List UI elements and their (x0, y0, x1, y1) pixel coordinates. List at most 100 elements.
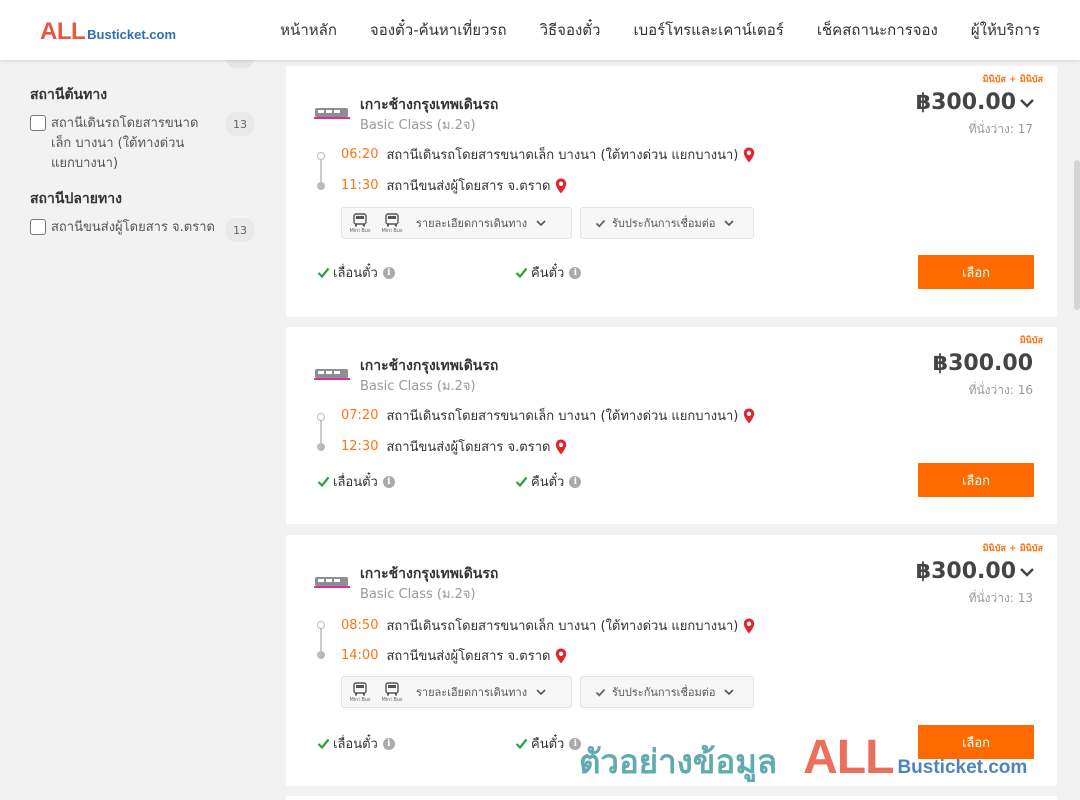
next-trip-card-partial (286, 796, 1057, 800)
route-timeline (317, 621, 325, 659)
departure-stop: 07:20 สถานีเดินรถโดยสารขนาดเล็ก บางนา (ใ… (341, 405, 755, 426)
ticket-price: ฿300.00 (915, 90, 1016, 115)
origin-filter-option[interactable]: สถานีเดินรถโดยสารขนาดเล็ก บางนา (ใต้ทางด… (30, 112, 260, 174)
check-icon (595, 219, 606, 228)
chevron-down-icon (536, 689, 546, 696)
sample-data-watermark: ตัวอย่างข้อมูล ALL Busticket.com (579, 730, 1027, 788)
main-nav: หน้าหลัก จองตั๋ว-ค้นหาเที่ยวรถ วิธีจองตั… (280, 0, 1040, 60)
price-toggle[interactable]: ฿300.00 (916, 90, 1035, 115)
check-icon (595, 688, 606, 697)
nav-book-search[interactable]: จองตั๋ว-ค้นหาเที่ยวรถ (370, 18, 507, 42)
minibus-label: Mini Bus (349, 228, 371, 234)
refund-label: คืนตั๋ว (531, 475, 565, 490)
arrival-time: 14:00 (341, 648, 379, 663)
ticket-price: ฿300.00 (915, 559, 1016, 584)
trip-card: มินิบัส เกาะช้างกรุงเทพเดินรถ Basic Clas… (286, 327, 1057, 524)
seats-available: ที่นั่งว่าง: 16 (968, 383, 1033, 397)
operator-name: เกาะช้างกรุงเทพเดินรถ (360, 358, 499, 374)
postpone-label: เลื่อนตั๋ว (333, 475, 378, 490)
vehicle-type-tag: มินิบัส (1019, 336, 1043, 346)
route-timeline (317, 413, 325, 451)
operator-bus-logo-icon (314, 369, 350, 380)
check-icon (317, 476, 330, 488)
origin-count-badge: 13 (225, 112, 255, 136)
chevron-down-icon (1020, 567, 1034, 577)
check-icon (317, 738, 330, 750)
vehicle-type-tag: มินิบัส + มินิบัส (982, 544, 1043, 554)
postpone-label: เลื่อนตั๋ว (333, 266, 378, 281)
price-toggle[interactable]: ฿300.00 (916, 559, 1035, 584)
logo-all-text: ALL (40, 18, 86, 45)
map-pin-icon[interactable] (555, 439, 567, 455)
arrival-stop: 11:30 สถานีขนส่งผู้โดยสาร จ.ตราด (341, 175, 567, 196)
nav-how-to-book[interactable]: วิธีจองตั๋ว (540, 18, 601, 42)
destination-count-badge: 13 (225, 218, 255, 242)
destination-filter: สถานีปลายทาง สถานีขนส่งผู้โดยสาร จ.ตราด … (30, 188, 260, 242)
departure-time: 07:20 (341, 408, 379, 423)
destination-filter-option[interactable]: สถานีขนส่งผู้โดยสาร จ.ตราด 13 (30, 218, 260, 242)
connection-guarantee-dropdown[interactable]: รับประกันการเชื่อมต่อ (580, 207, 754, 239)
origin-filter: สถานีต้นทาง สถานีเดินรถโดยสารขนาดเล็ก บา… (30, 84, 260, 174)
origin-filter-title: สถานีต้นทาง (30, 87, 108, 103)
info-icon[interactable]: i (382, 266, 395, 279)
site-header: ALL Busticket.com หน้าหลัก จองตั๋ว-ค้นหา… (0, 0, 1080, 60)
refund-policy: คืนตั๋ว i (515, 262, 582, 283)
map-pin-icon[interactable] (743, 408, 755, 424)
nav-operators[interactable]: ผู้ให้บริการ (971, 18, 1040, 42)
nav-phone-counters[interactable]: เบอร์โทรและเคาน์เตอร์ (633, 18, 783, 42)
trip-details-dropdown[interactable]: Mini Bus Mini Bus รายละเอียดการเดินทาง (341, 676, 572, 708)
route-timeline (317, 152, 325, 190)
filter-sidebar: สถานีต้นทาง สถานีเดินรถโดยสารขนาดเล็ก บา… (30, 48, 260, 252)
minibus-label: Mini Bus (349, 697, 371, 703)
operator-name: เกาะช้างกรุงเทพเดินรถ (360, 97, 499, 113)
refund-policy: คืนตั๋ว i (515, 733, 582, 754)
watermark-logo-rest: Busticket.com (897, 757, 1028, 778)
logo-busticket-text: Busticket.com (87, 27, 177, 42)
refund-policy: คืนตั๋ว i (515, 471, 582, 492)
select-trip-button[interactable]: เลือก (918, 255, 1034, 289)
map-pin-icon[interactable] (555, 178, 567, 194)
departure-station: สถานีเดินรถโดยสารขนาดเล็ก บางนา (ใต้ทางด… (386, 148, 739, 163)
trip-card: มินิบัส + มินิบัส เกาะช้างกรุงเทพเดินรถ … (286, 66, 1057, 317)
seats-available: ที่นั่งว่าง: 17 (968, 122, 1033, 136)
arrival-stop: 12:30 สถานีขนส่งผู้โดยสาร จ.ตราด (341, 436, 567, 457)
map-pin-icon[interactable] (555, 648, 567, 664)
postpone-label: เลื่อนตั๋ว (333, 737, 378, 752)
info-icon[interactable]: i (382, 475, 395, 488)
connection-guarantee-label: รับประกันการเชื่อมต่อ (612, 686, 716, 699)
origin-checkbox[interactable] (30, 115, 46, 131)
info-icon[interactable]: i (569, 266, 582, 279)
page-scrollbar[interactable] (1074, 160, 1080, 310)
chevron-down-icon (724, 220, 735, 227)
check-icon (515, 476, 528, 488)
watermark-logo-all: ALL (803, 731, 894, 784)
operator-name: เกาะช้างกรุงเทพเดินรถ (360, 566, 499, 582)
watermark-text: ตัวอย่างข้อมูล (579, 742, 778, 781)
chevron-down-icon (1020, 98, 1034, 108)
select-trip-button[interactable]: เลือก (918, 463, 1034, 497)
trip-details-dropdown[interactable]: Mini Bus Mini Bus รายละเอียดการเดินทาง (341, 207, 572, 239)
info-icon[interactable]: i (569, 475, 582, 488)
postpone-policy: เลื่อนตั๋ว i (317, 733, 395, 754)
map-pin-icon[interactable] (743, 147, 755, 163)
chevron-down-icon (536, 220, 546, 227)
info-icon[interactable]: i (382, 737, 395, 750)
connection-guarantee-dropdown[interactable]: รับประกันการเชื่อมต่อ (580, 676, 754, 708)
nav-booking-status[interactable]: เช็คสถานะการจอง (817, 18, 938, 42)
operator-bus-logo-icon (314, 108, 350, 119)
minibus-icon: Mini Bus (346, 681, 374, 703)
destination-checkbox[interactable] (30, 219, 46, 235)
refund-label: คืนตั๋ว (531, 737, 565, 752)
nav-home[interactable]: หน้าหลัก (280, 18, 337, 42)
departure-stop: 08:50 สถานีเดินรถโดยสารขนาดเล็ก บางนา (ใ… (341, 615, 755, 636)
site-logo[interactable]: ALL Busticket.com (40, 18, 176, 46)
map-pin-icon[interactable] (743, 618, 755, 634)
bus-class: Basic Class (ม.2จ) (360, 587, 476, 602)
refund-label: คืนตั๋ว (531, 266, 565, 281)
ticket-price: ฿300.00 (932, 351, 1033, 376)
departure-station: สถานีเดินรถโดยสารขนาดเล็ก บางนา (ใต้ทางด… (386, 619, 739, 634)
minibus-label: Mini Bus (381, 228, 403, 234)
trip-details-label: รายละเอียดการเดินทาง (416, 686, 528, 699)
minibus-icon: Mini Bus (378, 681, 406, 703)
minibus-icon: Mini Bus (346, 212, 374, 234)
